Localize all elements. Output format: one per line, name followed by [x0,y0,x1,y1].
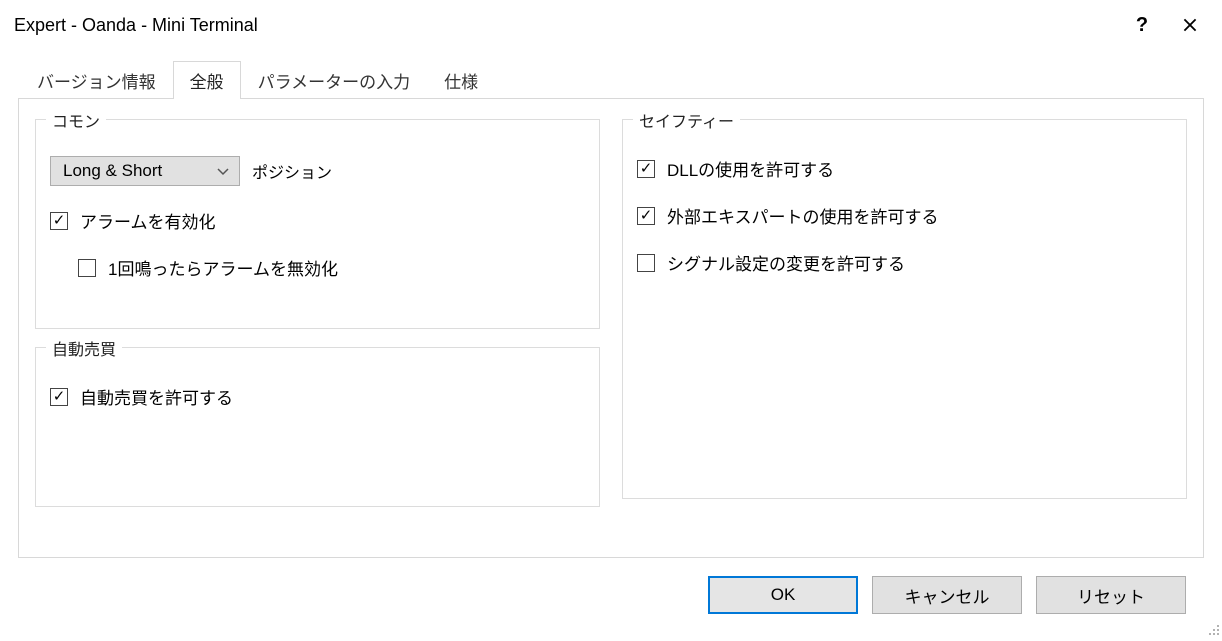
row-allow-signal-mod: シグナル設定の変更を許可する [637,250,1172,275]
tabstrip: バージョン情報 全般 パラメーターの入力 仕様 [20,60,1204,98]
help-button[interactable]: ? [1118,5,1166,45]
group-auto-trade: 自動売買 自動売買を許可する [35,347,600,507]
group-title-common: コモン [46,108,106,132]
tab-version-info[interactable]: バージョン情報 [20,61,173,99]
position-combo[interactable]: Long & Short [50,156,240,186]
label-allow-auto: 自動売買を許可する [80,384,233,409]
tab-parameter-input[interactable]: パラメーターの入力 [241,61,428,99]
reset-button-label: リセット [1077,583,1145,608]
row-allow-dll: DLLの使用を許可する [637,156,1172,181]
tab-label: 全般 [190,73,224,92]
ok-button-label: OK [771,585,796,605]
resize-grip-icon [1204,623,1220,640]
checkbox-allow-auto[interactable] [50,388,68,406]
label-allow-ext-expert: 外部エキスパートの使用を許可する [667,203,939,228]
ok-button[interactable]: OK [708,576,858,614]
checkbox-allow-signal-mod[interactable] [637,254,655,272]
checkbox-enable-alarm[interactable] [50,212,68,230]
tab-label: パラメーターの入力 [258,73,411,92]
position-label: ポジション [252,159,332,183]
position-combo-value: Long & Short [63,161,162,181]
cancel-button[interactable]: キャンセル [872,576,1022,614]
tab-page-general: コモン Long & Short ポジション アラームを有効化 [18,98,1204,558]
button-bar: OK キャンセル リセット [18,558,1204,614]
group-title-safety: セイフティー [633,108,740,132]
label-disable-after-one: 1回鳴ったらアラームを無効化 [108,255,338,280]
row-enable-alarm: アラームを有効化 [50,208,585,233]
close-button[interactable] [1166,5,1214,45]
group-safety: セイフティー DLLの使用を許可する 外部エキスパートの使用を許可する シグナル… [622,119,1187,499]
resize-grip[interactable] [1204,620,1220,636]
label-enable-alarm: アラームを有効化 [80,208,216,233]
row-disable-after-one: 1回鳴ったらアラームを無効化 [78,255,585,280]
row-allow-auto: 自動売買を許可する [50,384,585,409]
titlebar: Expert - Oanda - Mini Terminal ? [0,0,1222,50]
chevron-down-icon [217,164,229,179]
label-allow-dll: DLLの使用を許可する [667,156,834,181]
tab-general[interactable]: 全般 [173,61,241,99]
row-position: Long & Short ポジション [50,156,585,186]
right-column: セイフティー DLLの使用を許可する 外部エキスパートの使用を許可する シグナル… [622,119,1187,527]
row-allow-ext-expert: 外部エキスパートの使用を許可する [637,203,1172,228]
tab-spec[interactable]: 仕様 [427,61,495,99]
window-title: Expert - Oanda - Mini Terminal [14,15,1118,36]
client-area: バージョン情報 全般 パラメーターの入力 仕様 コモン Long & Short [0,50,1222,614]
left-column: コモン Long & Short ポジション アラームを有効化 [35,119,600,527]
group-title-auto: 自動売買 [46,336,122,360]
checkbox-disable-after-one[interactable] [78,259,96,277]
cancel-button-label: キャンセル [905,583,990,608]
tab-label: 仕様 [444,73,478,92]
checkbox-allow-ext-expert[interactable] [637,207,655,225]
group-common: コモン Long & Short ポジション アラームを有効化 [35,119,600,329]
checkbox-allow-dll[interactable] [637,160,655,178]
reset-button[interactable]: リセット [1036,576,1186,614]
tab-label: バージョン情報 [37,73,156,92]
label-allow-signal-mod: シグナル設定の変更を許可する [667,250,905,275]
close-icon [1183,12,1197,38]
